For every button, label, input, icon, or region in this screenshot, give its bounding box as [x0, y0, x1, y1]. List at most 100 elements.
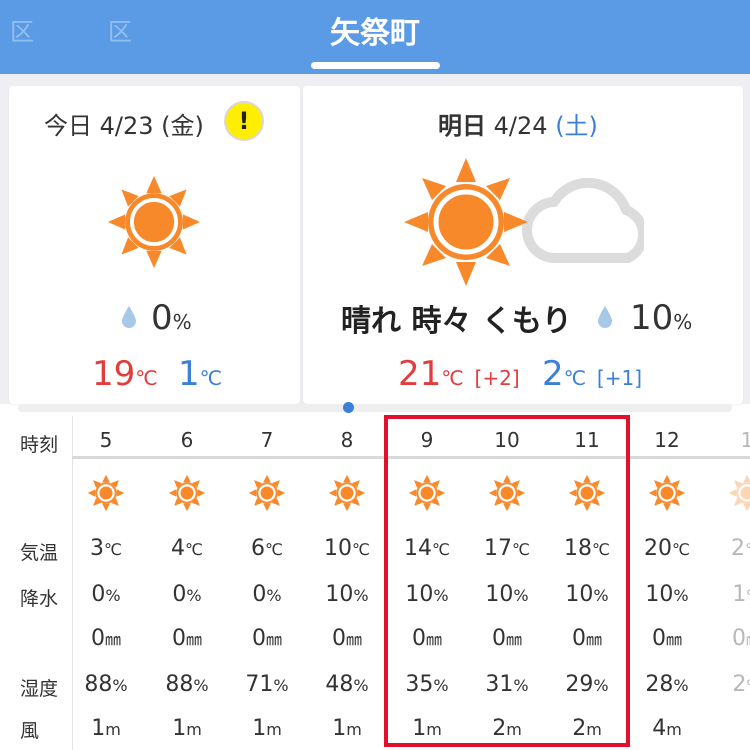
sun-icon [328, 474, 366, 516]
humidity-cell: 71% [227, 672, 307, 697]
temp-cell-unit: ℃ [104, 540, 122, 559]
precip-amount-cell: 0㎜ [307, 626, 387, 651]
temp-cell-unit: ℃ [185, 540, 203, 559]
precip-chance-cell: 0% [147, 582, 227, 607]
precip-chance-cell-unit: % [746, 586, 750, 605]
tomorrow-high-unit: ℃ [441, 366, 464, 390]
hour-cell-value: 5 [99, 428, 113, 452]
today-high-value: 19 [92, 354, 136, 394]
precip-amount-cell-unit: ㎜ [265, 630, 282, 649]
today-precip-value: 0 [151, 298, 173, 338]
humidity-cell-value: 71 [245, 672, 274, 697]
wind-cell-unit: m [186, 720, 202, 739]
active-tab-indicator [311, 62, 440, 69]
precip-amount-cell-value: 0 [651, 626, 666, 651]
temp-cell: 3℃ [66, 536, 146, 561]
humidity-cell-unit: % [673, 676, 689, 695]
today-date: 今日 4/23 (金) [44, 112, 204, 140]
tomorrow-low-unit: ℃ [563, 366, 587, 390]
precip-amount-cell: 0㎜ [627, 626, 707, 651]
forecast-scroll-thumb[interactable] [343, 402, 354, 413]
sun-icon [87, 474, 125, 516]
tomorrow-low-temp: 2℃ [+1] [542, 354, 642, 394]
hour-cell-value: 6 [180, 428, 194, 452]
humidity-cell: 48% [307, 672, 387, 697]
label-temp: 気温 [20, 542, 59, 564]
temp-cell: 10℃ [307, 536, 387, 561]
humidity-cell-value: 88 [84, 672, 113, 697]
precip-amount-cell-unit: ㎜ [345, 630, 362, 649]
tomorrow-date: 明日 4/24 (土) [438, 106, 598, 141]
precip-chance-cell-value: 0 [172, 582, 187, 607]
highlight-box [384, 415, 630, 747]
forecast-scroll-track[interactable] [18, 404, 732, 412]
precip-amount-cell-value: 0 [90, 626, 105, 651]
precip-amount-cell-unit: ㎜ [665, 630, 682, 649]
temp-cell: 20℃ [627, 536, 707, 561]
tomorrow-low-value: 2 [542, 354, 564, 394]
precip-chance-cell-unit: % [105, 586, 121, 605]
tomorrow-high-value: 21 [398, 354, 442, 394]
label-time: 時刻 [20, 434, 59, 456]
humidity-cell: 88% [147, 672, 227, 697]
raindrop-icon [598, 306, 612, 328]
temp-cell-value: 2 [731, 536, 746, 561]
tomorrow-weekday: (土) [555, 112, 598, 140]
sun-icon [107, 175, 201, 269]
temp-cell: 2℃ [707, 536, 750, 561]
humidity-cell-unit: % [193, 676, 209, 695]
temp-cell-unit: ℃ [265, 540, 283, 559]
temp-cell-value: 20 [644, 536, 673, 561]
precip-chance-cell: 10% [627, 582, 707, 607]
temp-cell-value: 10 [324, 536, 353, 561]
label-precip: 降水 [20, 588, 59, 610]
hour-cell-value: 12 [654, 428, 680, 452]
precip-chance-cell-unit: % [353, 586, 369, 605]
humidity-cell-unit: % [273, 676, 289, 695]
precip-chance-cell-unit: % [266, 586, 282, 605]
precip-amount-cell: 0㎜ [147, 626, 227, 651]
precip-chance-cell: 1% [707, 582, 750, 607]
today-precip: 0% [151, 298, 192, 338]
location-title[interactable]: 矢祭町 [0, 8, 750, 52]
warning-icon[interactable]: ! [224, 101, 264, 141]
tomorrow-precip-unit: % [673, 310, 693, 334]
temp-cell-unit: ℃ [672, 540, 690, 559]
today-precip-unit: % [172, 310, 192, 334]
precip-amount-cell-value: 0 [331, 626, 346, 651]
hour-cell: 1 [707, 428, 750, 452]
hour-cell: 5 [66, 428, 146, 452]
hour-cell: 6 [147, 428, 227, 452]
tomorrow-weather-text: 晴れ 時々 くもり [341, 304, 572, 339]
wind-cell-value: 1 [172, 716, 187, 741]
precip-chance-cell-unit: % [673, 586, 689, 605]
humidity-cell-value: 88 [165, 672, 194, 697]
wind-cell: 1m [307, 716, 387, 741]
humidity-cell: 28% [627, 672, 707, 697]
today-high-unit: ℃ [135, 366, 158, 390]
raindrop-icon [122, 306, 136, 328]
temp-cell-unit: ℃ [352, 540, 370, 559]
humidity-cell-value: 28 [645, 672, 674, 697]
temp-cell-unit: ℃ [745, 540, 750, 559]
precip-chance-cell-value: 0 [252, 582, 267, 607]
humidity-cell-unit: % [112, 676, 128, 695]
wind-cell-value: 1 [91, 716, 106, 741]
today-low-value: 1 [178, 354, 200, 394]
precip-chance-cell-value: 1 [732, 582, 747, 607]
label-humidity: 湿度 [20, 678, 59, 700]
temp-cell: 6℃ [227, 536, 307, 561]
temp-cell-value: 3 [90, 536, 105, 561]
wind-cell: 1m [66, 716, 146, 741]
precip-amount-cell: 0㎜ [707, 626, 750, 651]
precip-chance-cell-value: 0 [91, 582, 106, 607]
temp-cell: 4℃ [147, 536, 227, 561]
precip-amount-cell: 0㎜ [227, 626, 307, 651]
tomorrow-precip: 10% [630, 298, 692, 338]
precip-chance-cell-value: 10 [325, 582, 354, 607]
wind-cell-unit: m [346, 720, 362, 739]
precip-amount-cell-value: 0 [171, 626, 186, 651]
wind-cell-value: 1 [332, 716, 347, 741]
sun-icon [248, 474, 286, 516]
temp-cell-value: 4 [171, 536, 186, 561]
